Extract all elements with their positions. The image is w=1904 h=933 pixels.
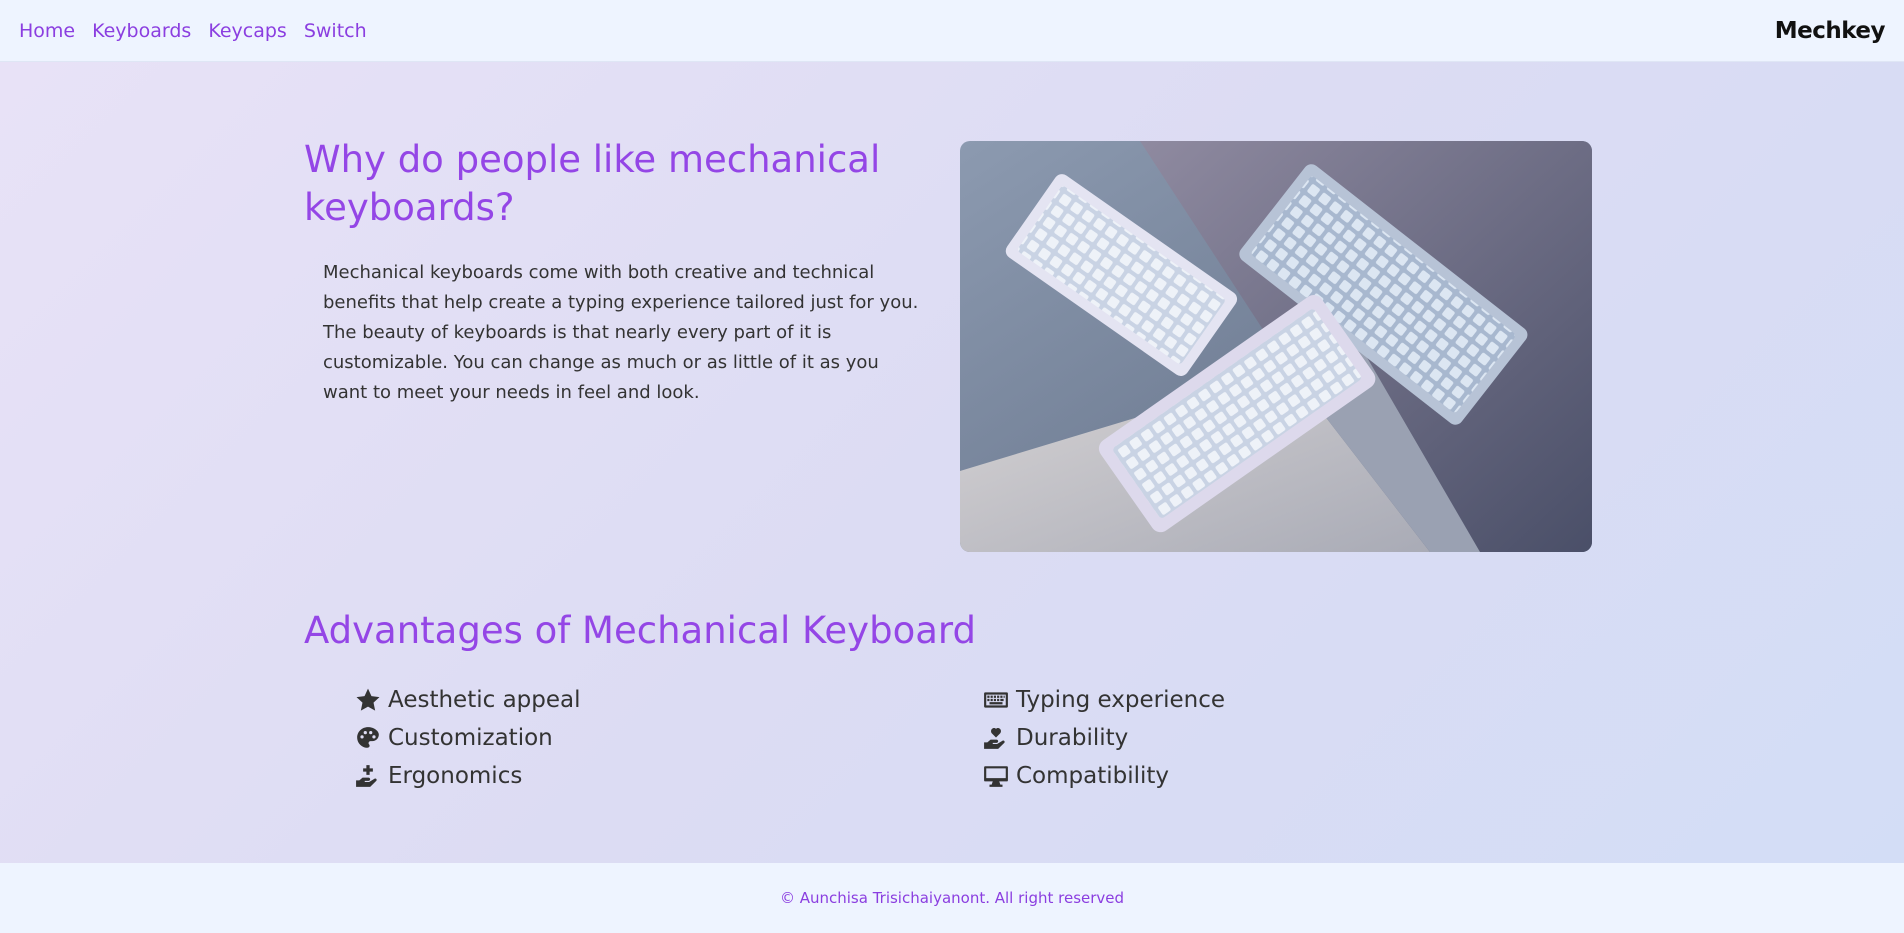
advantage-item: Aesthetic appeal (354, 686, 581, 714)
advantage-label: Ergonomics (388, 763, 523, 789)
footer-copyright: © Aunchisa Trisichaiyanont. All right re… (779, 889, 1125, 907)
main-content: Why do people like mechanical keyboards?… (0, 62, 1904, 863)
advantage-label: Compatibility (1016, 763, 1170, 789)
advantage-item: Durability (982, 724, 1128, 752)
advantage-item: Compatibility (982, 762, 1169, 790)
advantage-item: Customization (354, 724, 553, 752)
advantage-label: Aesthetic appeal (388, 687, 581, 713)
hand-heart-icon (982, 724, 1010, 752)
advantage-label: Durability (1016, 725, 1129, 751)
nav-link-switch[interactable]: Switch (304, 20, 367, 42)
footer: © Aunchisa Trisichaiyanont. All right re… (0, 863, 1904, 933)
nav-links: Home Keyboards Keycaps Switch (19, 20, 367, 42)
star-icon (354, 686, 382, 714)
advantage-item: Typing experience (982, 686, 1225, 714)
nav-link-keyboards[interactable]: Keyboards (92, 20, 191, 42)
advantages-title: Advantages of Mechanical Keyboard (304, 609, 976, 652)
monitor-icon (982, 762, 1010, 790)
hero-title: Why do people like mechanical keyboards? (304, 138, 881, 229)
hero-paragraph: Mechanical keyboards come with both crea… (323, 262, 919, 403)
nav-link-home[interactable]: Home (19, 20, 75, 42)
advantage-item: Ergonomics (354, 762, 522, 790)
brand-logo[interactable]: Mechkey (1775, 18, 1886, 44)
hand-plus-icon (354, 762, 382, 790)
nav-link-keycaps[interactable]: Keycaps (208, 20, 287, 42)
keyboard-icon (982, 686, 1010, 714)
palette-icon (354, 724, 382, 752)
hero-keyboards-image (960, 141, 1592, 552)
navbar: Home Keyboards Keycaps Switch Mechkey (0, 0, 1904, 62)
advantage-label: Customization (388, 725, 553, 751)
advantage-label: Typing experience (1016, 687, 1226, 713)
